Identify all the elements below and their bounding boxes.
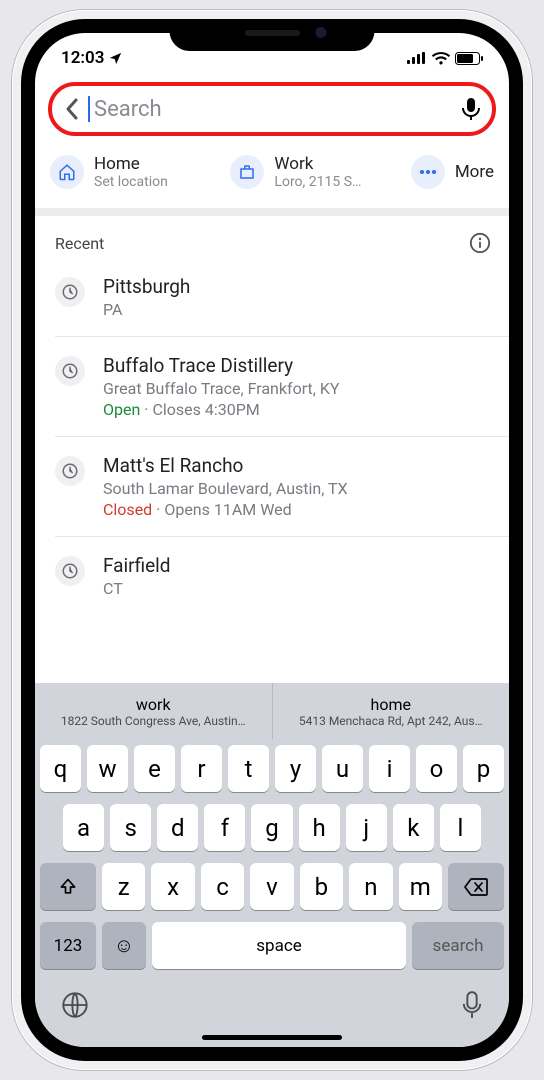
key-backspace[interactable] [448,863,504,910]
recent-item[interactable]: Pittsburgh PA [55,258,509,336]
keyboard-row-1: q w e r t y u i o p [35,739,509,798]
microphone-icon[interactable] [462,97,480,121]
key-i[interactable]: i [369,745,410,792]
key-s[interactable]: s [110,804,151,851]
shift-icon [58,877,78,897]
key-h[interactable]: h [299,804,340,851]
key-q[interactable]: q [40,745,81,792]
key-p[interactable]: p [463,745,504,792]
wifi-icon [432,52,450,65]
shortcut-sub: Loro, 2115 S… [274,174,361,190]
keyboard-row-3: z x c v b n m [35,857,509,916]
clock-icon [61,362,79,380]
recent-title: Fairfield [103,554,491,577]
recent-sub: CT [103,579,491,598]
key-a[interactable]: a [63,804,104,851]
key-shift[interactable] [40,863,96,910]
search-input[interactable] [94,97,460,122]
key-c[interactable]: c [201,863,244,910]
keyboard: work 1822 South Congress Ave, Austin… ho… [35,683,509,1047]
chevron-left-icon [65,98,79,120]
shortcut-home[interactable]: Home Set location [50,154,230,190]
recent-heading: Recent [55,234,104,253]
location-arrow-icon [108,51,123,66]
key-j[interactable]: j [346,804,387,851]
home-icon [58,163,76,181]
recent-item[interactable]: Buffalo Trace Distillery Great Buffalo T… [55,336,509,436]
recent-title: Matt's El Rancho [103,454,491,477]
screen: 12:03 Home Set locatio [35,33,509,1047]
status-time: 12:03 [61,48,104,68]
shortcut-work[interactable]: Work Loro, 2115 S… [230,154,410,190]
key-emoji[interactable]: ☺ [102,922,146,969]
text-cursor [88,96,90,122]
key-n[interactable]: n [349,863,392,910]
key-g[interactable]: g [251,804,292,851]
key-o[interactable]: o [416,745,457,792]
info-icon[interactable] [469,232,491,254]
keyboard-suggestions: work 1822 South Congress Ave, Austin… ho… [35,683,509,739]
recent-sub: South Lamar Boulevard, Austin, TX [103,479,491,498]
shortcut-sub: Set location [94,174,168,190]
shortcut-title: Home [94,154,168,174]
key-m[interactable]: m [399,863,442,910]
key-x[interactable]: x [151,863,194,910]
key-k[interactable]: k [393,804,434,851]
clock-icon [61,283,79,301]
key-e[interactable]: e [134,745,175,792]
battery-icon [455,52,483,65]
device-frame: 12:03 Home Set locatio [12,10,532,1070]
recent-item[interactable]: Matt's El Rancho South Lamar Boulevard, … [55,436,509,536]
key-numbers[interactable]: 123 [40,922,96,969]
home-indicator[interactable] [202,1035,342,1040]
suggestion-item[interactable]: work 1822 South Congress Ave, Austin… [35,683,272,739]
key-b[interactable]: b [300,863,343,910]
recent-header: Recent [35,216,509,258]
keyboard-row-2: a s d f g h j k l [35,798,509,857]
key-r[interactable]: r [181,745,222,792]
more-icon [419,169,437,175]
key-v[interactable]: v [250,863,293,910]
key-y[interactable]: y [275,745,316,792]
keyboard-row-4: 123 ☺ space search [35,916,509,975]
work-icon [238,163,256,181]
key-u[interactable]: u [322,745,363,792]
backspace-icon [464,878,488,896]
search-bar-annotation [35,77,509,146]
shortcut-title: Work [274,154,361,174]
recent-title: Pittsburgh [103,275,491,298]
globe-icon[interactable] [61,991,89,1019]
suggestion-item[interactable]: home 5413 Menchaca Rd, Apt 242, Aus… [272,683,510,739]
dictation-icon[interactable] [461,991,483,1019]
shortcut-more[interactable]: More [411,155,494,189]
key-z[interactable]: z [102,863,145,910]
key-search[interactable]: search [412,922,504,969]
key-l[interactable]: l [440,804,481,851]
key-w[interactable]: w [87,745,128,792]
clock-icon [61,462,79,480]
shortcuts-row: Home Set location Work Loro, 2115 S… Mor… [35,146,509,216]
key-t[interactable]: t [228,745,269,792]
recent-status: Open · Closes 4:30PM [103,400,491,419]
recent-title: Buffalo Trace Distillery [103,354,491,377]
recent-sub: Great Buffalo Trace, Frankfort, KY [103,379,491,398]
key-space[interactable]: space [152,922,406,969]
key-f[interactable]: f [204,804,245,851]
cell-signal-icon [407,52,427,64]
recent-item[interactable]: Fairfield CT [55,536,509,615]
recent-status: Closed · Opens 11AM Wed [103,500,491,519]
device-bezel: 12:03 Home Set locatio [21,19,523,1061]
back-button[interactable] [58,95,86,123]
shortcut-title: More [455,162,494,182]
key-d[interactable]: d [157,804,198,851]
search-bar[interactable] [48,82,496,136]
clock-icon [61,562,79,580]
recent-list: Pittsburgh PA Buffalo Trace Distillery G… [35,258,509,683]
notch [170,19,375,51]
recent-sub: PA [103,300,491,319]
